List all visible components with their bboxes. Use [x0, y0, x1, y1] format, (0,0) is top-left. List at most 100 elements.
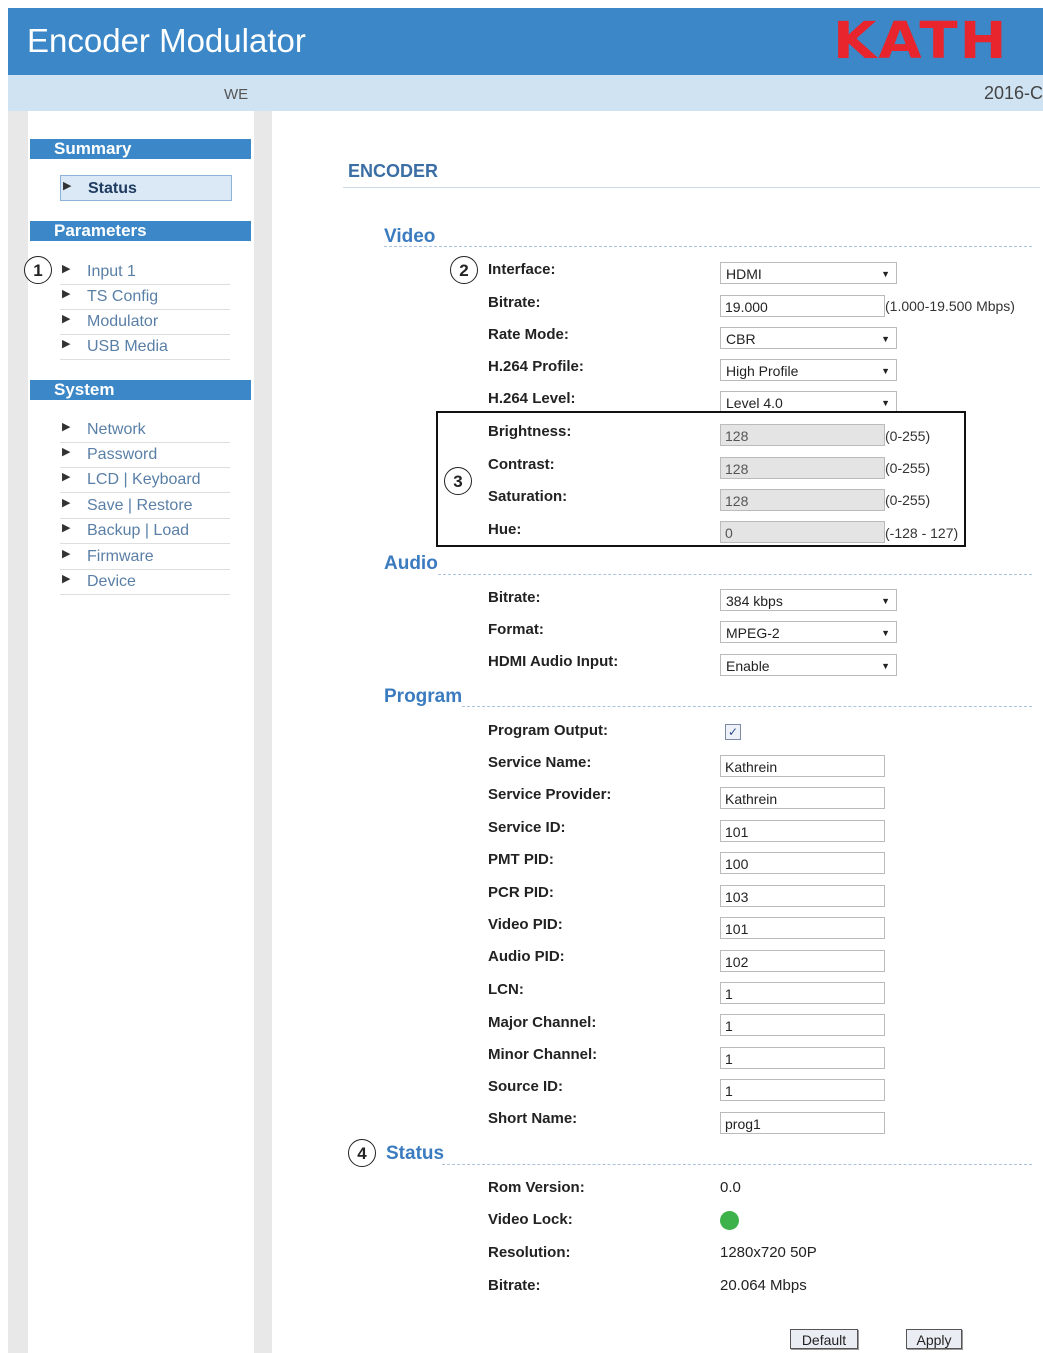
sidebar-item-label: Input 1	[87, 263, 136, 280]
program-output-label: Program Output:	[488, 722, 608, 739]
status-bitrate-value: 20.064 Mbps	[720, 1277, 807, 1294]
chevron-down-icon: ▼	[881, 366, 890, 376]
callout-marker: 2	[450, 256, 478, 284]
sidebar-item-label: Firmware	[87, 548, 154, 565]
sidebar-item-status[interactable]: ▶ Status	[60, 175, 232, 201]
sidebar-item-label: Device	[87, 573, 136, 590]
brightness-label: Brightness:	[488, 423, 572, 440]
sidebar-item-password[interactable]: ▶ Password	[60, 442, 230, 468]
minor-channel-input[interactable]: 1	[720, 1047, 885, 1069]
short-name-input[interactable]: prog1	[720, 1112, 885, 1134]
contrast-label: Contrast:	[488, 456, 555, 473]
callout-marker: 1	[24, 256, 52, 284]
sidebar-item-label: Status	[88, 180, 137, 197]
video-pid-input[interactable]: 101	[720, 917, 885, 939]
hue-input[interactable]: 0	[720, 521, 885, 543]
apply-button[interactable]: Apply	[906, 1329, 962, 1349]
section-title-status: Status	[386, 1143, 445, 1164]
short-name-label: Short Name:	[488, 1110, 578, 1127]
sidebar-item-modulator[interactable]: ▶ Modulator	[60, 309, 230, 335]
triangle-right-icon: ▶	[62, 421, 71, 433]
audio-bitrate-label: Bitrate:	[488, 589, 541, 606]
service-provider-input[interactable]: Kathrein	[720, 787, 885, 809]
rate-mode-label: Rate Mode:	[488, 326, 569, 343]
status-bitrate-label: Bitrate:	[488, 1277, 541, 1294]
sidebar-item-label: Backup | Load	[87, 522, 190, 539]
hdmi-audio-input-label: HDMI Audio Input:	[488, 653, 619, 670]
hdmi-audio-input-value: Enable	[726, 658, 770, 674]
brightness-range: (0-255)	[885, 428, 931, 444]
sidebar-item-firmware[interactable]: ▶ Firmware	[60, 544, 230, 570]
triangle-right-icon: ▶	[62, 522, 71, 534]
source-id-input[interactable]: 1	[720, 1079, 885, 1101]
sidebar-section-parameters: Parameters	[30, 221, 251, 241]
triangle-right-icon: ▶	[62, 446, 71, 458]
audio-format-select[interactable]: MPEG-2 ▼	[720, 621, 897, 643]
major-channel-input[interactable]: 1	[720, 1014, 885, 1036]
hdmi-audio-input-select[interactable]: Enable ▼	[720, 654, 897, 676]
sidebar-item-usb-media[interactable]: ▶ USB Media	[60, 334, 230, 360]
sidebar-item-lcd-keyboard[interactable]: ▶ LCD | Keyboard	[60, 467, 230, 493]
triangle-right-icon: ▶	[62, 288, 71, 300]
program-output-checkbox[interactable]: ✓	[725, 724, 741, 740]
pmt-pid-label: PMT PID:	[488, 851, 554, 868]
triangle-right-icon: ▶	[62, 497, 71, 509]
h264-profile-value: High Profile	[726, 363, 799, 379]
video-bitrate-input[interactable]: 19.000	[720, 295, 885, 317]
rate-mode-select[interactable]: CBR ▼	[720, 327, 897, 349]
sidebar-section-system: System	[30, 380, 251, 400]
sidebar-item-backup-load[interactable]: ▶ Backup | Load	[60, 518, 230, 544]
video-pid-label: Video PID:	[488, 916, 563, 933]
sub-header-left-text: WE	[224, 86, 249, 103]
pcr-pid-input[interactable]: 103	[720, 885, 885, 907]
h264-level-label: H.264 Level:	[488, 390, 576, 407]
major-channel-label: Major Channel:	[488, 1014, 597, 1031]
pmt-pid-input[interactable]: 100	[720, 852, 885, 874]
section-divider	[438, 574, 1032, 575]
rate-mode-value: CBR	[726, 331, 756, 347]
default-button[interactable]: Default	[790, 1329, 858, 1349]
sidebar-item-ts-config[interactable]: ▶ TS Config	[60, 284, 230, 310]
audio-bitrate-select[interactable]: 384 kbps ▼	[720, 589, 897, 611]
video-bitrate-label: Bitrate:	[488, 294, 541, 311]
sub-header-date: 2016-C	[984, 83, 1043, 103]
sidebar-item-device[interactable]: ▶ Device	[60, 569, 230, 595]
interface-select[interactable]: HDMI ▼	[720, 262, 897, 284]
h264-profile-label: H.264 Profile:	[488, 358, 584, 375]
section-divider	[462, 706, 1032, 707]
audio-pid-input[interactable]: 102	[720, 950, 885, 972]
audio-pid-label: Audio PID:	[488, 948, 565, 965]
lcn-input[interactable]: 1	[720, 982, 885, 1004]
audio-bitrate-value: 384 kbps	[726, 593, 783, 609]
title-divider	[343, 187, 1040, 188]
hue-range: (-128 - 127)	[885, 525, 959, 541]
brightness-input[interactable]: 128	[720, 424, 885, 446]
saturation-range: (0-255)	[885, 492, 931, 508]
minor-channel-label: Minor Channel:	[488, 1046, 598, 1063]
service-id-input[interactable]: 101	[720, 820, 885, 842]
h264-level-select[interactable]: Level 4.0 ▼	[720, 391, 897, 413]
contrast-input[interactable]: 128	[720, 457, 885, 479]
section-divider	[442, 1164, 1032, 1165]
callout-marker: 3	[444, 467, 472, 495]
h264-level-value: Level 4.0	[726, 395, 783, 411]
audio-format-value: MPEG-2	[726, 625, 780, 641]
audio-format-label: Format:	[488, 621, 544, 638]
triangle-right-icon: ▶	[62, 313, 71, 325]
h264-profile-select[interactable]: High Profile ▼	[720, 359, 897, 381]
sidebar-item-label: Network	[87, 421, 146, 438]
triangle-right-icon: ▶	[62, 338, 71, 350]
app-header: Encoder Modulator KATH	[8, 8, 1043, 75]
sidebar-item-label: Modulator	[87, 313, 159, 330]
video-lock-indicator	[720, 1211, 739, 1230]
left-gutter	[8, 111, 28, 1353]
sidebar-item-network[interactable]: ▶ Network	[60, 417, 230, 443]
section-divider	[384, 246, 1032, 247]
hue-label: Hue:	[488, 521, 522, 538]
sidebar-item-save-restore[interactable]: ▶ Save | Restore	[60, 493, 230, 519]
sidebar-divider	[254, 111, 272, 1353]
sidebar-item-input-1[interactable]: ▶ Input 1	[60, 259, 230, 285]
service-name-input[interactable]: Kathrein	[720, 755, 885, 777]
saturation-input[interactable]: 128	[720, 489, 885, 511]
service-provider-label: Service Provider:	[488, 786, 612, 803]
